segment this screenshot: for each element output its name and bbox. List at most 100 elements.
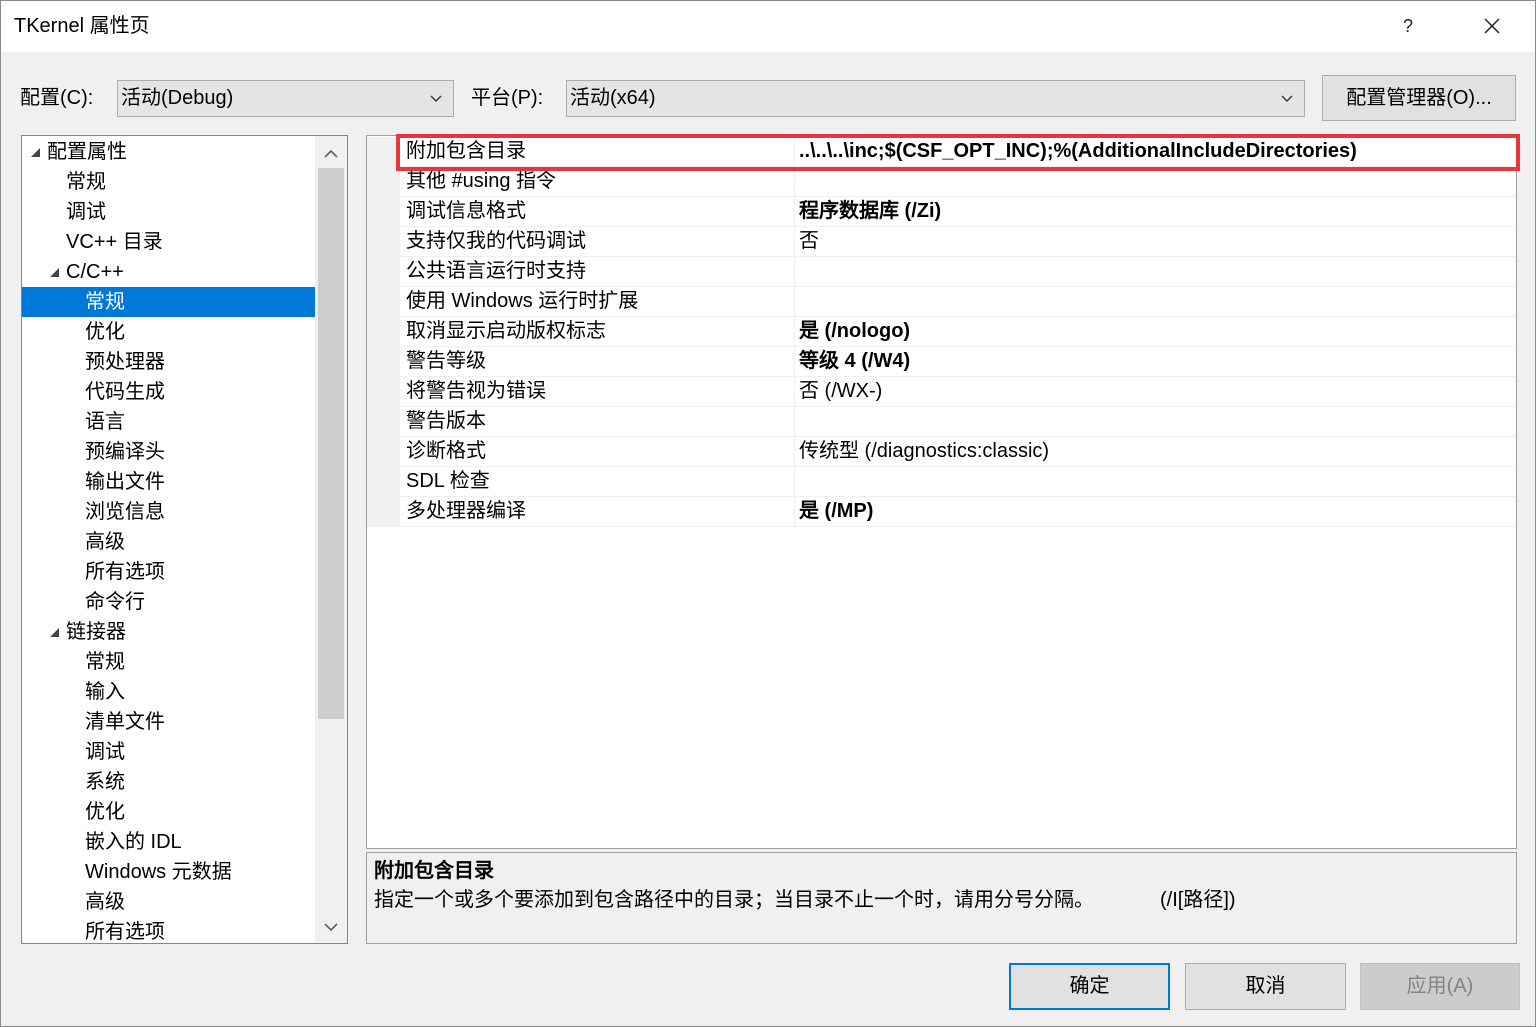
property-name[interactable]: 其他 #using 指令: [400, 167, 795, 197]
property-value[interactable]: 等级 4 (/W4): [795, 347, 1516, 377]
row-gutter: [367, 287, 400, 317]
tree-item-cpp-optimization[interactable]: 优化: [22, 317, 315, 347]
tree-item-cpp-general[interactable]: 常规: [22, 287, 315, 317]
property-value[interactable]: 是 (/nologo): [795, 317, 1516, 347]
tree-list: 配置属性 常规 调试 VC++ 目录 C/C++ 常规 优化 预处理器 代码生成…: [22, 137, 315, 943]
property-row-warning-version[interactable]: 警告版本: [367, 407, 1516, 437]
property-row-suppress-startup-banner[interactable]: 取消显示启动版权标志 是 (/nologo): [367, 317, 1516, 347]
property-name[interactable]: 使用 Windows 运行时扩展: [400, 287, 795, 317]
tree-item-linker[interactable]: 链接器: [22, 617, 315, 647]
property-name[interactable]: 调试信息格式: [400, 197, 795, 227]
property-value[interactable]: [795, 257, 1516, 287]
scroll-down-button[interactable]: [315, 911, 347, 943]
property-value[interactable]: 传统型 (/diagnostics:classic): [795, 437, 1516, 467]
property-name[interactable]: 警告版本: [400, 407, 795, 437]
tree-item-label: 输入: [85, 681, 125, 703]
tree-item-linker-all-options[interactable]: 所有选项: [22, 917, 315, 943]
property-row-other-using-directives[interactable]: 其他 #using 指令: [367, 167, 1516, 197]
config-manager-button[interactable]: 配置管理器(O)...: [1322, 75, 1516, 121]
property-value[interactable]: [795, 287, 1516, 317]
property-name[interactable]: 取消显示启动版权标志: [400, 317, 795, 347]
help-button[interactable]: ?: [1386, 4, 1430, 48]
tree-item-cpp-all-options[interactable]: 所有选项: [22, 557, 315, 587]
property-row-additional-include-directories[interactable]: 附加包含目录 ..\..\..\inc;$(CSF_OPT_INC);%(Add…: [367, 137, 1516, 167]
row-gutter: [367, 377, 400, 407]
platform-label: 平台(P):: [471, 87, 544, 109]
tree-item-cpp-precompiled-headers[interactable]: 预编译头: [22, 437, 315, 467]
property-row-multi-processor-compilation[interactable]: 多处理器编译 是 (/MP): [367, 497, 1516, 527]
property-value[interactable]: [795, 167, 1516, 197]
tree-item-linker-optimization[interactable]: 优化: [22, 797, 315, 827]
tree-item-linker-system[interactable]: 系统: [22, 767, 315, 797]
expanded-triangle-icon[interactable]: [31, 148, 40, 157]
close-icon: [1484, 18, 1500, 34]
property-name[interactable]: 多处理器编译: [400, 497, 795, 527]
platform-dropdown[interactable]: 活动(x64): [566, 80, 1305, 117]
tree-item-label: 浏览信息: [85, 501, 165, 523]
cancel-button[interactable]: 取消: [1185, 963, 1346, 1010]
property-value[interactable]: 程序数据库 (/Zi): [795, 197, 1516, 227]
expanded-triangle-icon[interactable]: [50, 628, 59, 637]
property-tree[interactable]: 配置属性 常规 调试 VC++ 目录 C/C++ 常规 优化 预处理器 代码生成…: [21, 135, 348, 944]
tree-item-cpp[interactable]: C/C++: [22, 257, 315, 287]
property-row-just-my-code-debugging[interactable]: 支持仅我的代码调试 否: [367, 227, 1516, 257]
tree-item-linker-embedded-idl[interactable]: 嵌入的 IDL: [22, 827, 315, 857]
property-row-warning-level[interactable]: 警告等级 等级 4 (/W4): [367, 347, 1516, 377]
tree-item-linker-input[interactable]: 输入: [22, 677, 315, 707]
tree-item-label: 优化: [85, 801, 125, 823]
tree-item-label: 预处理器: [85, 351, 165, 373]
ok-button[interactable]: 确定: [1009, 963, 1170, 1010]
tree-item-vc-directories[interactable]: VC++ 目录: [22, 227, 315, 257]
property-name[interactable]: 诊断格式: [400, 437, 795, 467]
property-value[interactable]: ..\..\..\inc;$(CSF_OPT_INC);%(Additional…: [795, 137, 1516, 167]
tree-scrollbar[interactable]: [315, 136, 347, 943]
config-dropdown[interactable]: 活动(Debug): [117, 80, 454, 117]
tree-item-linker-general[interactable]: 常规: [22, 647, 315, 677]
tree-item-linker-debugging[interactable]: 调试: [22, 737, 315, 767]
expanded-triangle-icon[interactable]: [50, 268, 59, 277]
property-name[interactable]: 公共语言运行时支持: [400, 257, 795, 287]
tree-item-label: 优化: [85, 321, 125, 343]
property-value[interactable]: [795, 467, 1516, 497]
tree-item-cpp-browse-information[interactable]: 浏览信息: [22, 497, 315, 527]
property-name[interactable]: 警告等级: [400, 347, 795, 377]
description-text: 指定一个或多个要添加到包含路径中的目录；当目录不止一个时，请用分号分隔。: [374, 889, 1094, 911]
chevron-down-icon: [430, 94, 442, 103]
property-value[interactable]: 否: [795, 227, 1516, 257]
tree-item-cpp-command-line[interactable]: 命令行: [22, 587, 315, 617]
tree-item-label: 调试: [66, 201, 106, 223]
property-name[interactable]: SDL 检查: [400, 467, 795, 497]
property-row-debug-information-format[interactable]: 调试信息格式 程序数据库 (/Zi): [367, 197, 1516, 227]
tree-item-linker-manifest-file[interactable]: 清单文件: [22, 707, 315, 737]
tree-item-cpp-language[interactable]: 语言: [22, 407, 315, 437]
tree-item-linker-advanced[interactable]: 高级: [22, 887, 315, 917]
tree-item-config-properties[interactable]: 配置属性: [22, 137, 315, 167]
property-name[interactable]: 支持仅我的代码调试: [400, 227, 795, 257]
scroll-thumb[interactable]: [318, 168, 344, 719]
tree-item-cpp-code-generation[interactable]: 代码生成: [22, 377, 315, 407]
property-value[interactable]: 否 (/WX-): [795, 377, 1516, 407]
apply-button[interactable]: 应用(A): [1360, 963, 1520, 1010]
title-bar[interactable]: TKernel 属性页 ?: [0, 0, 1536, 52]
close-button[interactable]: [1466, 4, 1518, 48]
property-name[interactable]: 将警告视为错误: [400, 377, 795, 407]
property-row-windows-runtime-extensions[interactable]: 使用 Windows 运行时扩展: [367, 287, 1516, 317]
scroll-up-button[interactable]: [315, 137, 347, 169]
tree-item-label: 嵌入的 IDL: [85, 831, 182, 853]
tree-item-cpp-preprocessor[interactable]: 预处理器: [22, 347, 315, 377]
property-row-treat-warnings-as-errors[interactable]: 将警告视为错误 否 (/WX-): [367, 377, 1516, 407]
property-row-sdl-checks[interactable]: SDL 检查: [367, 467, 1516, 497]
property-grid[interactable]: 附加包含目录 ..\..\..\inc;$(CSF_OPT_INC);%(Add…: [366, 135, 1517, 849]
tree-item-cpp-advanced[interactable]: 高级: [22, 527, 315, 557]
property-value[interactable]: [795, 407, 1516, 437]
description-panel: 附加包含目录 指定一个或多个要添加到包含路径中的目录；当目录不止一个时，请用分号…: [366, 852, 1517, 944]
property-value[interactable]: 是 (/MP): [795, 497, 1516, 527]
tree-item-linker-windows-metadata[interactable]: Windows 元数据: [22, 857, 315, 887]
tree-item-label: 常规: [66, 171, 106, 193]
property-row-diagnostics-format[interactable]: 诊断格式 传统型 (/diagnostics:classic): [367, 437, 1516, 467]
tree-item-debugging[interactable]: 调试: [22, 197, 315, 227]
property-row-clr-support[interactable]: 公共语言运行时支持: [367, 257, 1516, 287]
tree-item-general[interactable]: 常规: [22, 167, 315, 197]
tree-item-cpp-output-files[interactable]: 输出文件: [22, 467, 315, 497]
property-name[interactable]: 附加包含目录: [400, 137, 795, 167]
